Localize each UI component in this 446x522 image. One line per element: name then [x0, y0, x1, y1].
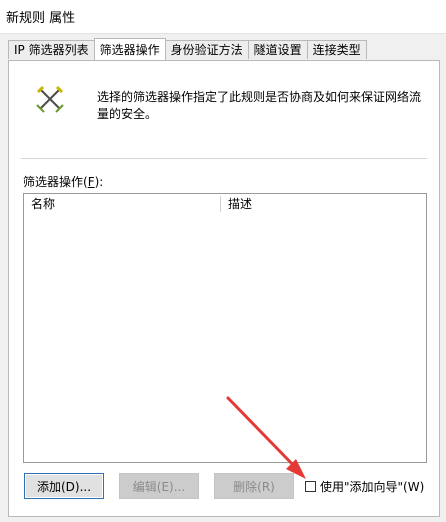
use-wizard-label: 使用"添加向导"(W): [320, 479, 425, 494]
tab-connection-type[interactable]: 连接类型: [306, 40, 367, 59]
use-wizard-option[interactable]: 使用"添加向导"(W): [305, 478, 424, 494]
tab-authentication-methods[interactable]: 身份验证方法: [164, 40, 249, 59]
column-header-name[interactable]: 名称: [24, 194, 55, 214]
use-wizard-checkbox[interactable]: [305, 480, 316, 492]
filter-action-list-label: 筛选器操作(F):: [23, 175, 104, 189]
divider: [21, 158, 427, 159]
remove-button[interactable]: 删除(R): [214, 473, 294, 499]
tab-ip-filter-list[interactable]: IP 筛选器列表: [8, 40, 95, 59]
description-text: 选择的筛选器操作指定了此规则是否协商及如何来保证网络流量的安全。: [97, 90, 422, 121]
column-header-description[interactable]: 描述: [221, 194, 252, 214]
tab-strip: IP 筛选器列表 筛选器操作 身份验证方法 隧道设置 连接类型: [8, 38, 367, 60]
window-title: 新规则 属性: [6, 11, 76, 26]
title-bar: 新规则 属性: [0, 0, 446, 34]
filter-action-list[interactable]: 名称 描述: [23, 193, 427, 463]
tab-panel: 选择的筛选器操作指定了此规则是否协商及如何来保证网络流量的安全。 筛选器操作(F…: [8, 60, 440, 517]
add-button[interactable]: 添加(D)...: [24, 473, 104, 499]
edit-button[interactable]: 编辑(E)...: [119, 473, 199, 499]
filter-action-icon: [36, 85, 64, 113]
tab-tunnel-settings[interactable]: 隧道设置: [247, 40, 308, 59]
tab-filter-action[interactable]: 筛选器操作: [93, 38, 166, 60]
